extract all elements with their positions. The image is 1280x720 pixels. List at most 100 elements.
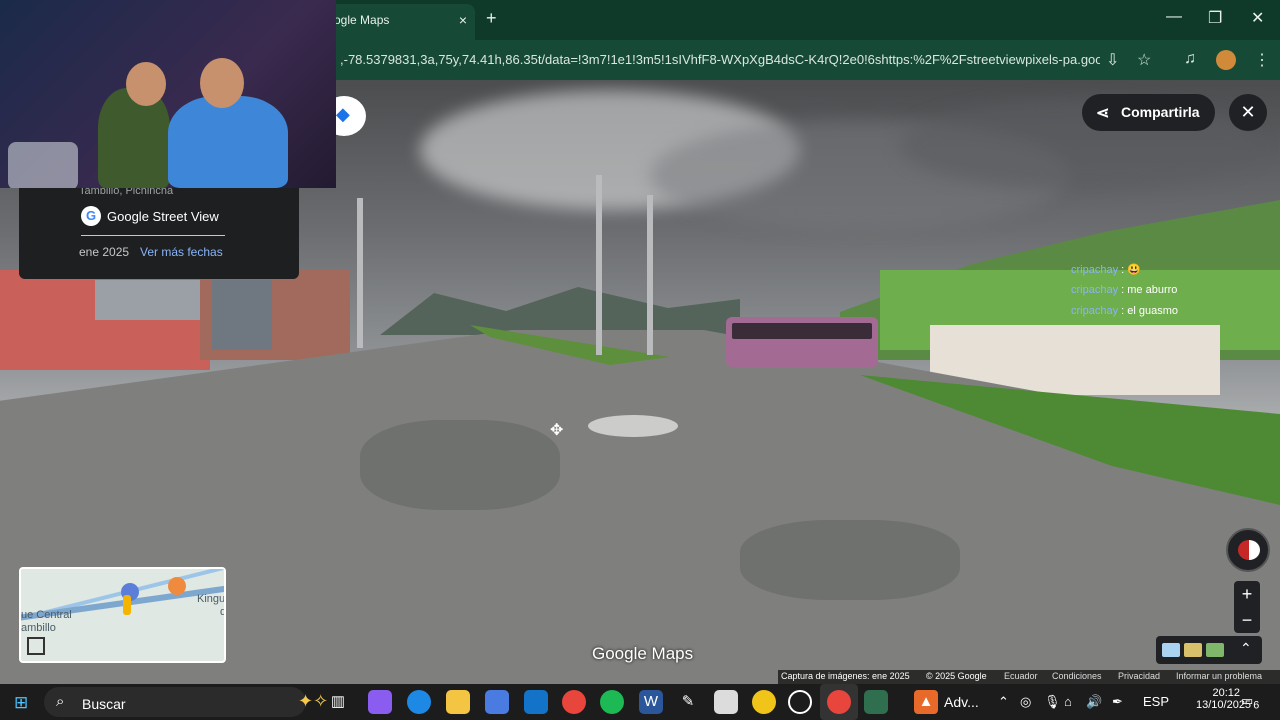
- language-indicator[interactable]: ESP: [1143, 694, 1169, 709]
- close-street-view-button[interactable]: ✕: [1229, 94, 1267, 131]
- divider: [81, 235, 225, 236]
- navigation-arrow[interactable]: [588, 415, 678, 437]
- money-icon[interactable]: [752, 690, 776, 714]
- building-left: [0, 270, 210, 370]
- time: 20:12: [1212, 687, 1240, 699]
- compass-button[interactable]: [1226, 528, 1270, 572]
- map-label: d: [220, 606, 226, 618]
- minimap[interactable]: ue Central ambillo Kingu d: [19, 567, 226, 663]
- compass-icon: [1238, 540, 1260, 560]
- terms-link[interactable]: Condiciones: [1052, 671, 1102, 681]
- search-label: Buscar: [82, 696, 126, 712]
- layer-thumb[interactable]: [1162, 643, 1180, 657]
- date: 13/10/2025: [1196, 699, 1252, 711]
- pothole: [360, 420, 560, 510]
- expand-layers-icon[interactable]: ⌃: [1240, 640, 1252, 657]
- outlook-icon[interactable]: [524, 690, 548, 714]
- share-button[interactable]: ⋖ Compartirla: [1082, 94, 1215, 131]
- utility-pole: [647, 195, 653, 355]
- mic-icon[interactable]: 🎙: [1044, 694, 1061, 710]
- new-tab-button[interactable]: +: [486, 8, 497, 29]
- privacy-link[interactable]: Privacidad: [1118, 671, 1160, 681]
- directions-icon: ◆: [336, 104, 350, 124]
- layer-thumb[interactable]: [1184, 643, 1202, 657]
- copyright: © 2025 Google: [926, 671, 987, 681]
- chat-user: cripachay: [1071, 264, 1119, 276]
- tab-close-icon[interactable]: ×: [459, 4, 467, 36]
- move-cursor-icon: ✥: [550, 422, 564, 439]
- screen: ogle Maps × + — ❐ ✕ ,-78.5379831,3a,75y,…: [0, 0, 1280, 720]
- notification-icon[interactable]: ▭6: [1241, 693, 1259, 712]
- profile-avatar[interactable]: [1216, 50, 1236, 70]
- garage-door: [212, 280, 272, 350]
- url-field[interactable]: ,-78.5379831,3a,75y,74.41h,86.35t/data=!…: [340, 52, 1100, 67]
- window: [95, 280, 205, 320]
- chat-message: cripachay : el guasmo: [1071, 305, 1179, 317]
- sparkle-icon: ✦✧: [298, 691, 329, 711]
- map-label: ambillo: [21, 622, 56, 634]
- clock-icon[interactable]: [788, 690, 812, 714]
- warning-app-icon[interactable]: ▲: [914, 690, 938, 714]
- taskbar-search[interactable]: ⌕ Buscar ✦✧: [44, 687, 328, 717]
- volume-icon[interactable]: 🔊: [1086, 694, 1102, 710]
- game-icon[interactable]: [864, 690, 888, 714]
- meet-icon[interactable]: ◎: [1020, 694, 1031, 710]
- taskbar: ⊞ ⌕ Buscar ✦✧ ▥ W ✎ ▲ Adv... ⌃ ◎ 🎙 ⌂ 🔊 ✒…: [0, 684, 1280, 720]
- store-icon[interactable]: [485, 690, 509, 714]
- chat-text: 😃: [1127, 264, 1141, 276]
- chrome-icon[interactable]: [562, 690, 586, 714]
- zoom-in-button[interactable]: +: [1234, 581, 1260, 607]
- share-label: Compartirla: [1121, 104, 1200, 120]
- chrome-active-icon[interactable]: [827, 690, 851, 714]
- network-icon[interactable]: ⌂: [1064, 694, 1072, 709]
- word-icon[interactable]: W: [639, 690, 663, 714]
- pen-icon[interactable]: ✎: [676, 690, 700, 714]
- report-link[interactable]: Informar un problema: [1176, 671, 1262, 681]
- task-view-icon[interactable]: ▥: [326, 690, 350, 714]
- clock[interactable]: 20:12 13/10/2025: [1196, 687, 1252, 711]
- attribution-bar: Captura de imágenes: ene 2025 © 2025 Goo…: [778, 670, 1280, 684]
- webcam-overlay: [0, 0, 336, 188]
- active-app-label[interactable]: Adv...: [944, 694, 979, 710]
- spotify-icon[interactable]: [600, 690, 624, 714]
- windows-start-icon[interactable]: ⊞: [14, 693, 28, 713]
- tray-chevron-icon[interactable]: ⌃: [998, 694, 1009, 710]
- file-explorer-icon[interactable]: [446, 690, 470, 714]
- minimize-button[interactable]: —: [1166, 8, 1182, 26]
- edge-icon[interactable]: [407, 690, 431, 714]
- chat-user: cripachay: [1071, 284, 1119, 296]
- copilot-icon[interactable]: [368, 690, 392, 714]
- pegman-icon[interactable]: [123, 595, 131, 615]
- chat-text: el guasmo: [1127, 305, 1179, 317]
- bus: [726, 317, 878, 367]
- building-left-2: [200, 270, 350, 360]
- media-control-icon[interactable]: ♫: [1184, 50, 1196, 68]
- google-maps-watermark: Google Maps: [592, 644, 694, 663]
- menu-icon[interactable]: ⋮: [1254, 50, 1270, 70]
- capture-info: Captura de imágenes: ene 2025: [781, 671, 910, 681]
- zoom-out-button[interactable]: −: [1234, 607, 1260, 633]
- install-app-icon[interactable]: ⇩: [1106, 50, 1119, 70]
- restore-button[interactable]: ❐: [1208, 8, 1222, 28]
- layers-control[interactable]: ⌃: [1156, 636, 1262, 664]
- share-icon: ⋖: [1096, 105, 1110, 122]
- map-label: ue Central: [21, 609, 72, 621]
- bookmark-star-icon[interactable]: ☆: [1137, 50, 1151, 70]
- person-right: [168, 96, 288, 188]
- fullscreen-map-icon[interactable]: [27, 637, 45, 655]
- more-dates-link[interactable]: Ver más fechas: [140, 245, 223, 259]
- country-link[interactable]: Ecuador: [1004, 671, 1038, 681]
- search-icon: ⌕: [56, 693, 65, 710]
- capture-date: ene 2025: [79, 245, 130, 259]
- files-icon[interactable]: [714, 690, 738, 714]
- layer-thumb[interactable]: [1206, 643, 1224, 657]
- person-right-head: [200, 58, 244, 108]
- utility-pole: [357, 198, 363, 348]
- google-icon: G: [81, 206, 101, 226]
- pothole: [740, 520, 960, 600]
- tab-google-maps[interactable]: ogle Maps ×: [320, 4, 475, 40]
- info-panel: Tambillo, Pichincha G Google Street View…: [19, 183, 299, 279]
- pen-tray-icon[interactable]: ✒: [1112, 694, 1123, 710]
- close-window-button[interactable]: ✕: [1251, 8, 1264, 28]
- person-left: [98, 88, 170, 188]
